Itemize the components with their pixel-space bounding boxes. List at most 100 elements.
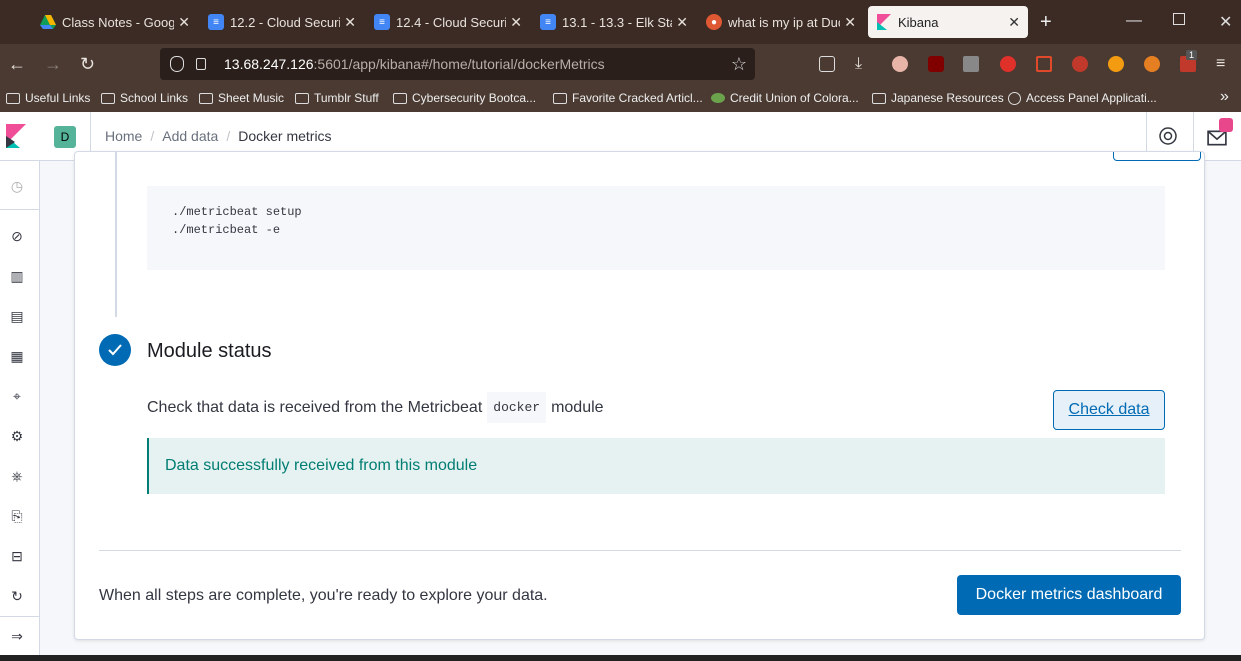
copy-button-partial[interactable] xyxy=(1113,152,1201,161)
close-tab-icon[interactable]: ✕ xyxy=(344,14,356,31)
shield-icon[interactable] xyxy=(170,56,184,72)
insecure-lock-icon[interactable] xyxy=(196,58,206,70)
extension-10-icon[interactable] xyxy=(963,56,979,72)
canvas-icon[interactable]: ▦ xyxy=(9,348,25,364)
ublock-origin-icon[interactable] xyxy=(928,56,944,72)
bookmark-link[interactable]: Credit Union of Colora... xyxy=(711,91,859,105)
browser-tab[interactable]: Class Notes - Google ✕ xyxy=(40,6,190,38)
dashboard-icon[interactable]: ▤ xyxy=(9,308,25,324)
tutorial-panel: ./metricbeat setup ./metricbeat -e Modul… xyxy=(74,151,1205,640)
globe-icon xyxy=(1008,91,1021,105)
window-close-icon[interactable]: ✕ xyxy=(1219,12,1232,32)
bookmark-folder[interactable]: Sheet Music xyxy=(199,91,284,105)
folder-icon xyxy=(6,92,20,104)
code-block: ./metricbeat setup ./metricbeat -e xyxy=(147,186,1165,270)
folder-icon xyxy=(553,92,567,104)
extension-face-icon[interactable] xyxy=(1144,56,1160,72)
reload-icon[interactable]: ↻ xyxy=(80,54,95,74)
close-tab-icon[interactable]: ✕ xyxy=(178,14,190,31)
breadcrumb: Home / Add data / Docker metrics xyxy=(105,128,332,144)
download-icon[interactable]: ⤓ xyxy=(855,54,862,74)
browser-tab[interactable]: ● what is my ip at Duck ✕ xyxy=(706,6,856,38)
bookmark-folder[interactable]: Tumblr Stuff xyxy=(295,91,379,105)
folder-icon xyxy=(199,92,213,104)
kibana-side-nav: ◷ ⊘ ▥ ▤ ▦ ⌖ ⚙ ⎈ ⎘ ⊟ ↻ ⇒ xyxy=(0,161,40,661)
kibana-logo-icon[interactable] xyxy=(6,124,26,148)
minimize-icon[interactable]: — xyxy=(1126,12,1142,30)
extension-window-icon[interactable] xyxy=(1036,56,1052,72)
pocket-icon[interactable] xyxy=(819,56,835,72)
maps-pin-icon[interactable]: ⌖ xyxy=(9,388,25,404)
notification-badge xyxy=(1219,118,1233,132)
ml-icon[interactable]: ⚙ xyxy=(9,428,25,444)
visualize-chart-icon[interactable]: ▥ xyxy=(9,268,25,284)
close-tab-icon[interactable]: ✕ xyxy=(844,14,856,31)
browser-tab-active[interactable]: Kibana ✕ xyxy=(868,6,1028,38)
nav-divider xyxy=(0,616,40,617)
browser-tab[interactable]: ≡ 13.1 - 13.3 - Elk Stack ✕ xyxy=(540,6,688,38)
step-connector-line xyxy=(115,152,117,317)
folder-icon xyxy=(872,92,886,104)
breadcrumb-home[interactable]: Home xyxy=(105,128,142,144)
menu-icon[interactable]: ≡ xyxy=(1216,54,1225,74)
forward-icon[interactable]: → xyxy=(44,54,62,74)
breadcrumb-add-data[interactable]: Add data xyxy=(162,128,218,144)
extension-t-icon[interactable] xyxy=(892,56,908,72)
extension-c-icon[interactable] xyxy=(1108,56,1124,72)
docker-metrics-dashboard-button[interactable]: Docker metrics dashboard xyxy=(957,575,1181,615)
check-data-button[interactable]: Check data xyxy=(1053,390,1165,430)
bookmark-folder[interactable]: Useful Links xyxy=(6,91,90,105)
uptime-icon[interactable]: ↻ xyxy=(9,588,25,604)
discover-compass-icon[interactable]: ⊘ xyxy=(9,228,25,244)
tab-title: Kibana xyxy=(898,14,939,30)
bookmark-folder[interactable]: Favorite Cracked Articl... xyxy=(553,91,703,105)
space-avatar[interactable]: D xyxy=(54,126,76,148)
infrastructure-icon[interactable]: ⎈ xyxy=(9,468,25,484)
breadcrumb-separator: / xyxy=(150,128,155,144)
success-callout: Data successfully received from this mod… xyxy=(147,438,1165,494)
nav-divider xyxy=(0,209,40,210)
module-name-code: docker xyxy=(487,392,547,423)
logs-icon[interactable]: ⎘ xyxy=(9,508,25,524)
apm-icon[interactable]: ⊟ xyxy=(9,548,25,564)
footer-text: When all steps are complete, you're read… xyxy=(99,587,548,604)
tab-title: 13.1 - 13.3 - Elk Stack xyxy=(562,14,672,30)
browser-tab[interactable]: ≡ 12.4 - Cloud Security ✕ xyxy=(374,6,522,38)
extension-hand-icon[interactable] xyxy=(1000,56,1016,72)
bookmark-link[interactable]: Access Panel Applicati... xyxy=(1008,91,1157,105)
google-docs-icon: ≡ xyxy=(540,14,556,30)
breadcrumb-separator: / xyxy=(226,128,231,144)
bookmark-star-icon[interactable]: ☆ xyxy=(731,54,747,75)
step-description: Check that data is received from the Met… xyxy=(147,392,604,423)
google-docs-icon: ≡ xyxy=(374,14,390,30)
browser-tab[interactable]: ≡ 12.2 - Cloud Security ✕ xyxy=(208,6,356,38)
bookmark-folder[interactable]: Cybersecurity Bootca... xyxy=(393,91,536,105)
maximize-icon[interactable] xyxy=(1173,13,1185,25)
step-complete-check-icon xyxy=(99,334,131,366)
close-tab-icon[interactable]: ✕ xyxy=(510,14,522,31)
expand-nav-icon[interactable]: ⇒ xyxy=(9,628,25,644)
folder-icon xyxy=(101,92,115,104)
help-lifebuoy-icon[interactable] xyxy=(1158,126,1178,146)
back-icon[interactable]: ← xyxy=(8,54,26,74)
google-drive-icon xyxy=(40,14,56,30)
url-path: :5601/app/kibana#/home/tutorial/dockerMe… xyxy=(313,56,605,72)
close-tab-icon[interactable]: ✕ xyxy=(676,14,688,31)
new-tab-icon[interactable]: + xyxy=(1040,11,1052,34)
desktop-strip xyxy=(0,655,1241,661)
google-docs-icon: ≡ xyxy=(208,14,224,30)
bookmark-folder[interactable]: Japanese Resources xyxy=(872,91,1004,105)
folder-icon xyxy=(393,92,407,104)
tab-title: 12.2 - Cloud Security xyxy=(230,14,341,30)
recently-viewed-clock-icon[interactable]: ◷ xyxy=(9,178,25,194)
bookmark-folder[interactable]: School Links xyxy=(101,91,188,105)
tab-title: Class Notes - Google xyxy=(62,14,175,30)
step-title: Module status xyxy=(147,340,272,362)
extension-red-icon[interactable] xyxy=(1072,56,1088,72)
url-bar[interactable]: 13.68.247.126:5601/app/kibana#/home/tuto… xyxy=(160,48,755,80)
more-bookmarks-icon[interactable]: » xyxy=(1220,88,1229,106)
extension-badge-count: 1 xyxy=(1186,50,1198,60)
close-tab-icon[interactable]: ✕ xyxy=(1008,14,1020,31)
browser-nav-bar: ← → ↻ 13.68.247.126:5601/app/kibana#/hom… xyxy=(0,44,1241,84)
bookmarks-bar: Useful Links School Links Sheet Music Tu… xyxy=(0,84,1241,112)
